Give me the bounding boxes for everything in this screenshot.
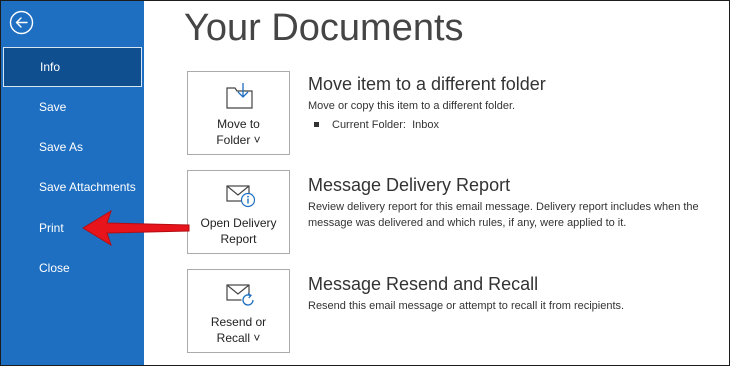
move-to-folder-label: Move to Folder ˅ (216, 117, 261, 147)
back-arrow-circle-icon (9, 10, 34, 35)
open-delivery-report-button[interactable]: Open Delivery Report (187, 170, 290, 254)
bullet-icon (314, 121, 319, 127)
sidebar-item-info[interactable]: Info (3, 47, 142, 87)
resend-section-description: Resend this email message or attempt to … (308, 300, 625, 312)
back-button[interactable] (9, 10, 34, 35)
resend-or-recall-label: Resend or Recall ˅ (210, 315, 267, 345)
move-to-folder-button[interactable]: Move to Folder ˅ (187, 71, 290, 155)
open-delivery-report-label: Open Delivery Report (200, 216, 277, 246)
delivery-report-envelope-icon (226, 185, 256, 208)
move-section-title: Move item to a different folder (308, 74, 546, 94)
move-to-folder-icon (226, 83, 253, 109)
delivery-section-title: Message Delivery Report (308, 175, 511, 195)
page-title: Your Documents (184, 7, 464, 49)
move-section-description: Move or copy this item to a different fo… (308, 100, 516, 112)
resend-or-recall-button[interactable]: Resend or Recall ˅ (187, 269, 290, 353)
red-annotation-arrow-icon (82, 209, 190, 247)
sidebar-item-save-as[interactable]: Save As (1, 127, 144, 167)
resend-section-title: Message Resend and Recall (308, 274, 539, 294)
current-folder-label: Current Folder: (332, 119, 406, 131)
backstage-sidebar: Info Save Save As Save Attachments Print… (1, 1, 144, 365)
sidebar-item-save[interactable]: Save (1, 87, 144, 127)
sidebar-item-close[interactable]: Close (1, 248, 144, 288)
sidebar-item-save-attachments[interactable]: Save Attachments (1, 167, 144, 207)
outlook-backstage-window: Info Save Save As Save Attachments Print… (0, 0, 730, 366)
delivery-section-description: Review delivery report for this email me… (308, 201, 699, 229)
resend-envelope-icon (226, 284, 255, 307)
current-folder-value: Inbox (412, 119, 440, 131)
current-folder-info: Current Folder: Inbox (314, 119, 439, 131)
